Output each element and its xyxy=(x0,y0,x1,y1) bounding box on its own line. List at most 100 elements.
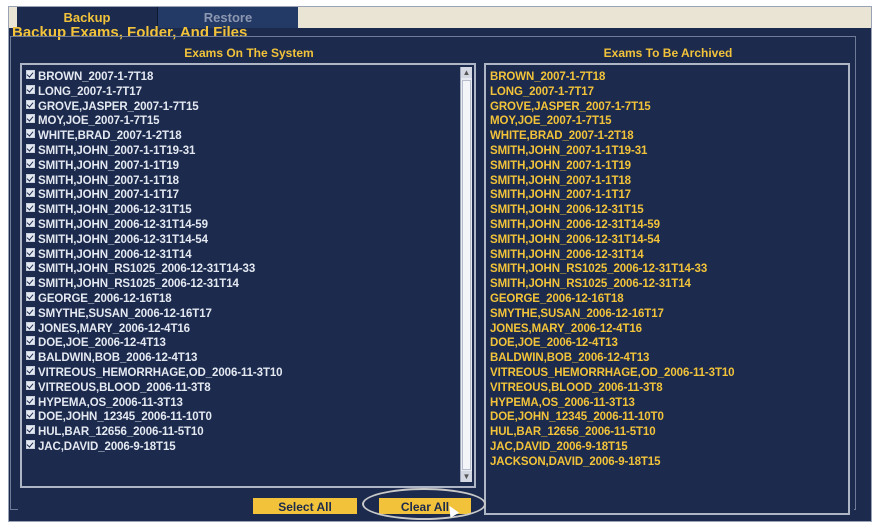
list-item[interactable]: VITREOUS,BLOOD_2006-11-3T8 xyxy=(490,381,734,396)
checkbox-icon[interactable] xyxy=(26,217,35,227)
list-item-label: SMITH,JOHN_RS1025_2006-12-31T14 xyxy=(490,278,691,291)
list-item[interactable]: MOY,JOE_2007-1-7T15 xyxy=(26,114,282,129)
select-all-button[interactable]: Select All xyxy=(252,497,358,515)
list-item[interactable]: SMITH,JOHN_RS1025_2006-12-31T14 xyxy=(26,277,282,292)
checkbox-icon[interactable] xyxy=(26,84,35,94)
checkbox-icon[interactable] xyxy=(26,380,35,390)
list-item[interactable]: BALDWIN,BOB_2006-12-4T13 xyxy=(26,351,282,366)
list-item-label: JONES,MARY_2006-12-4T16 xyxy=(490,322,642,335)
list-item[interactable]: HYPEMA,OS_2006-11-3T13 xyxy=(26,395,282,411)
list-item-label: GEORGE_2006-12-16T18 xyxy=(490,292,624,305)
list-item[interactable]: BROWN_2007-1-7T18 xyxy=(26,70,282,85)
checkbox-icon[interactable] xyxy=(26,439,35,449)
list-item[interactable]: HUL,BAR_12656_2006-11-5T10 xyxy=(490,425,734,440)
scroll-up-icon[interactable]: ▲ xyxy=(461,67,472,78)
list-item[interactable]: SMITH,JOHN_2006-12-31T14-59 xyxy=(26,217,282,233)
list-item[interactable]: SMITH,JOHN_2006-12-31T14-59 xyxy=(490,218,734,233)
checkbox-icon[interactable] xyxy=(26,395,35,405)
list-item[interactable]: SMYTHE,SUSAN_2006-12-16T17 xyxy=(490,307,734,322)
checkbox-icon[interactable] xyxy=(26,129,35,139)
list-item[interactable]: SMITH,JOHN_RS1025_2006-12-31T14 xyxy=(490,277,734,292)
checkbox-icon[interactable] xyxy=(26,306,35,316)
scrollbar[interactable]: ▲ ▼ xyxy=(460,67,472,482)
list-item[interactable]: DOE,JOHN_12345_2006-11-10T0 xyxy=(490,410,734,425)
checkbox-icon[interactable] xyxy=(26,247,35,257)
list-item[interactable]: GEORGE_2006-12-16T18 xyxy=(490,292,734,307)
list-item-label: SMYTHE,SUSAN_2006-12-16T17 xyxy=(490,307,664,320)
list-item[interactable]: GROVE,JASPER_2007-1-7T15 xyxy=(490,100,734,115)
list-item[interactable]: JAC,DAVID_2006-9-18T15 xyxy=(26,439,282,455)
checkbox-icon[interactable] xyxy=(26,232,35,242)
exams-to-archive-list[interactable]: BROWN_2007-1-7T18 LONG_2007-1-7T17 GROVE,J… xyxy=(484,63,850,515)
exams-to-archive-header: Exams To Be Archived xyxy=(482,46,854,61)
checkbox-icon[interactable] xyxy=(26,143,35,153)
list-item[interactable]: SMITH,JOHN_2007-1-1T17 xyxy=(26,188,282,203)
scroll-thumb[interactable] xyxy=(462,80,471,470)
list-item[interactable]: VITREOUS,BLOOD_2006-11-3T8 xyxy=(26,380,282,396)
list-item[interactable]: LONG_2007-1-7T17 xyxy=(26,84,282,100)
list-item[interactable]: SMYTHE,SUSAN_2006-12-16T17 xyxy=(26,306,282,322)
list-item[interactable]: JONES,MARY_2006-12-4T16 xyxy=(26,321,282,337)
list-item[interactable]: DOE,JOHN_12345_2006-11-10T0 xyxy=(26,410,282,425)
checkbox-icon[interactable] xyxy=(26,365,35,375)
list-item[interactable]: SMITH,JOHN_2007-1-1T19-31 xyxy=(26,143,282,159)
checkbox-icon[interactable] xyxy=(26,114,35,124)
list-item[interactable]: GROVE,JASPER_2007-1-7T15 xyxy=(26,99,282,115)
list-item[interactable]: LONG_2007-1-7T17 xyxy=(490,85,734,100)
checkbox-icon[interactable] xyxy=(26,203,35,213)
list-item[interactable]: SMITH,JOHN_2007-1-1T19 xyxy=(26,158,282,174)
checkbox-icon[interactable] xyxy=(26,351,35,361)
list-item-label: SMITH,JOHN_2007-1-1T19 xyxy=(490,159,631,172)
list-item[interactable]: SMITH,JOHN_2006-12-31T15 xyxy=(490,203,734,218)
checkbox-icon[interactable] xyxy=(26,291,35,301)
list-item-label: VITREOUS,BLOOD_2006-11-3T8 xyxy=(38,381,211,394)
list-item-label: SMITH,JOHN_2007-1-1T17 xyxy=(38,189,179,202)
list-item[interactable]: BALDWIN,BOB_2006-12-4T13 xyxy=(490,351,734,366)
list-item[interactable]: SMITH,JOHN_2007-1-1T19 xyxy=(490,159,734,174)
list-item[interactable]: SMITH,JOHN_RS1025_2006-12-31T14-33 xyxy=(490,262,734,277)
list-item-label: JONES,MARY_2006-12-4T16 xyxy=(38,322,190,335)
scroll-down-icon[interactable]: ▼ xyxy=(461,471,472,482)
list-item[interactable]: SMITH,JOHN_2006-12-31T14 xyxy=(26,247,282,263)
list-item[interactable]: DOE,JOE_2006-12-4T13 xyxy=(490,336,734,351)
list-item[interactable]: JACKSON,DAVID_2006-9-18T15 xyxy=(490,455,734,470)
list-item-label: MOY,JOE_2007-1-7T15 xyxy=(38,115,160,128)
exams-on-system-list[interactable]: BROWN_2007-1-7T18 LONG_2007-1-7T17 GROVE,J… xyxy=(20,63,476,488)
checkbox-icon[interactable] xyxy=(26,158,35,168)
list-item[interactable]: WHITE,BRAD_2007-1-2T18 xyxy=(26,129,282,144)
checkbox-icon[interactable] xyxy=(26,262,35,272)
list-item[interactable]: BROWN_2007-1-7T18 xyxy=(490,70,734,85)
list-item[interactable]: SMITH,JOHN_2007-1-1T17 xyxy=(490,188,734,203)
list-item[interactable]: VITREOUS_HEMORRHAGE,OD_2006-11-3T10 xyxy=(490,366,735,381)
checkbox-icon[interactable] xyxy=(26,173,35,183)
list-item[interactable]: JAC,DAVID_2006-9-18T15 xyxy=(490,440,734,455)
list-item[interactable]: SMITH,JOHN_2006-12-31T15 xyxy=(26,203,282,218)
list-item-label: VITREOUS,BLOOD_2006-11-3T8 xyxy=(490,381,663,394)
list-item[interactable]: SMITH,JOHN_2007-1-1T18 xyxy=(490,174,734,189)
list-item[interactable]: WHITE,BRAD_2007-1-2T18 xyxy=(490,129,734,144)
checkbox-icon[interactable] xyxy=(26,70,35,79)
checkbox-icon[interactable] xyxy=(26,277,35,287)
list-item-label: SMITH,JOHN_2006-12-31T15 xyxy=(490,204,644,217)
list-item-label: HUL,BAR_12656_2006-11-5T10 xyxy=(38,426,204,439)
list-item[interactable]: MOY,JOE_2007-1-7T15 xyxy=(490,114,734,129)
list-item-label: DOE,JOHN_12345_2006-11-10T0 xyxy=(490,411,664,424)
list-item[interactable]: SMITH,JOHN_2006-12-31T14 xyxy=(490,248,734,263)
checkbox-icon[interactable] xyxy=(26,425,35,435)
checkbox-icon[interactable] xyxy=(26,410,35,420)
list-item[interactable]: JONES,MARY_2006-12-4T16 xyxy=(490,322,734,337)
checkbox-icon[interactable] xyxy=(26,99,35,109)
list-item[interactable]: VITREOUS_HEMORRHAGE,OD_2006-11-3T10 xyxy=(26,365,283,381)
list-item[interactable]: SMITH,JOHN_2007-1-1T18 xyxy=(26,173,282,189)
checkbox-icon[interactable] xyxy=(26,188,35,198)
list-item[interactable]: HUL,BAR_12656_2006-11-5T10 xyxy=(26,425,282,440)
checkbox-icon[interactable] xyxy=(26,336,35,346)
list-item[interactable]: DOE,JOE_2006-12-4T13 xyxy=(26,336,282,351)
list-item[interactable]: SMITH,JOHN_2006-12-31T14-54 xyxy=(26,232,282,248)
list-item[interactable]: SMITH,JOHN_2006-12-31T14-54 xyxy=(490,233,734,248)
list-item[interactable]: GEORGE_2006-12-16T18 xyxy=(26,291,282,307)
list-item[interactable]: SMITH,JOHN_RS1025_2006-12-31T14-33 xyxy=(26,262,282,277)
checkbox-icon[interactable] xyxy=(26,321,35,331)
list-item[interactable]: HYPEMA,OS_2006-11-3T13 xyxy=(490,396,734,411)
list-item[interactable]: SMITH,JOHN_2007-1-1T19-31 xyxy=(490,144,734,159)
